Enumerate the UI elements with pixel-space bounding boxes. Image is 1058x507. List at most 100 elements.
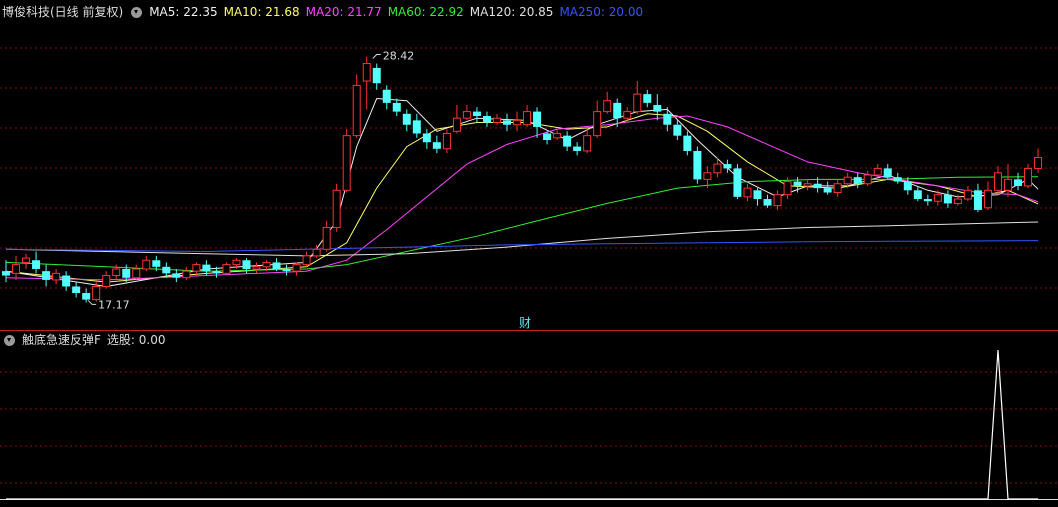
candle — [803, 179, 812, 191]
indicator-menu-icon[interactable] — [131, 6, 143, 18]
candle-body — [252, 266, 261, 270]
candle — [583, 129, 592, 154]
candle-body — [673, 124, 682, 136]
candle-body — [192, 264, 201, 272]
candle — [733, 164, 742, 200]
candle-body — [322, 226, 331, 250]
finance-mark[interactable]: 财 — [519, 316, 532, 330]
candle — [553, 129, 562, 141]
candle-body — [302, 255, 311, 266]
candle — [693, 146, 702, 184]
candle-body — [773, 194, 782, 207]
candle-body — [683, 135, 692, 151]
low-marker-arrow — [87, 300, 97, 305]
candle — [342, 129, 351, 193]
indicator-menu-icon[interactable] — [4, 334, 15, 346]
candle — [62, 271, 71, 291]
candle — [573, 142, 582, 156]
candle-body — [763, 199, 772, 206]
candle-body — [753, 190, 762, 200]
legend-ma250: MA250: 20.00 — [559, 5, 644, 19]
candle — [132, 264, 141, 280]
candle-body — [382, 89, 391, 103]
candle-body — [242, 260, 251, 269]
stock-chart[interactable]: 28.42 17.17 — [0, 0, 1058, 507]
candle — [833, 179, 842, 197]
candle-body — [503, 120, 511, 125]
candle-body — [613, 102, 622, 119]
candle — [883, 164, 892, 180]
candle — [72, 282, 81, 298]
ma-line-ma20 — [5, 115, 1039, 281]
candle-body — [813, 183, 822, 189]
candle-body — [923, 199, 932, 202]
candle-body — [2, 271, 10, 276]
candle-body — [1004, 178, 1012, 191]
candle-body — [523, 111, 532, 126]
candle-body — [232, 259, 241, 266]
candle — [222, 262, 231, 276]
candle-body — [482, 115, 491, 123]
candle-body — [713, 163, 722, 174]
candle-body — [893, 177, 902, 182]
stock-title: 博俊科技(日线 前复权) — [2, 5, 124, 19]
candle-body — [853, 177, 862, 184]
indicator-value-number: 0.00 — [138, 333, 166, 347]
candle-body — [272, 262, 281, 269]
low-price-label: 17.17 — [98, 298, 130, 311]
candle — [603, 91, 612, 114]
candle-body — [863, 174, 872, 185]
candle — [22, 253, 31, 269]
candle — [442, 129, 451, 154]
candle — [893, 172, 902, 184]
candle — [523, 105, 532, 127]
candle-body — [883, 168, 892, 178]
candle — [513, 111, 522, 132]
candle — [252, 262, 261, 274]
candle-body — [492, 117, 501, 124]
candle-body — [833, 183, 842, 193]
candle — [362, 56, 371, 110]
candle — [823, 181, 832, 195]
candle-body — [783, 181, 792, 196]
candle-body — [953, 198, 962, 204]
candle-body — [663, 113, 672, 125]
candle-body — [62, 275, 71, 287]
candle-body — [643, 94, 652, 103]
candle — [683, 131, 692, 156]
candle-body — [793, 181, 802, 186]
candle-body — [412, 120, 421, 134]
legend-ma120: MA120: 20.85 — [469, 5, 554, 19]
candle — [963, 185, 972, 202]
legend-ma5: MA5: 22.35 — [149, 5, 218, 19]
candle — [392, 98, 401, 116]
candle-body — [573, 146, 582, 151]
candle — [633, 81, 642, 114]
candle-body — [112, 268, 121, 277]
candle — [52, 268, 61, 285]
candle — [983, 181, 992, 210]
legend-ma10: MA10: 21.68 — [223, 5, 300, 19]
candle-body — [603, 100, 612, 113]
candle — [292, 262, 301, 276]
candle-body — [543, 133, 552, 141]
candle-body — [212, 271, 221, 274]
candle — [182, 266, 191, 280]
candle-body — [402, 113, 411, 125]
candle-body — [202, 264, 211, 272]
candle — [923, 194, 932, 206]
sub-chart-legend: 触底急速反弹F 选股: 0.00 — [2, 332, 166, 348]
candle-body — [823, 188, 832, 193]
candle-body — [122, 268, 131, 278]
candle-body — [442, 132, 451, 150]
candle-body — [82, 293, 91, 300]
candle-body — [593, 111, 602, 137]
candle — [903, 177, 912, 195]
candle — [853, 172, 862, 189]
candle — [432, 135, 441, 154]
candle-body — [1014, 179, 1023, 186]
candle-body — [72, 286, 81, 294]
candle-body — [723, 164, 732, 169]
high-price-label: 28.42 — [383, 50, 415, 63]
candle — [873, 164, 882, 178]
